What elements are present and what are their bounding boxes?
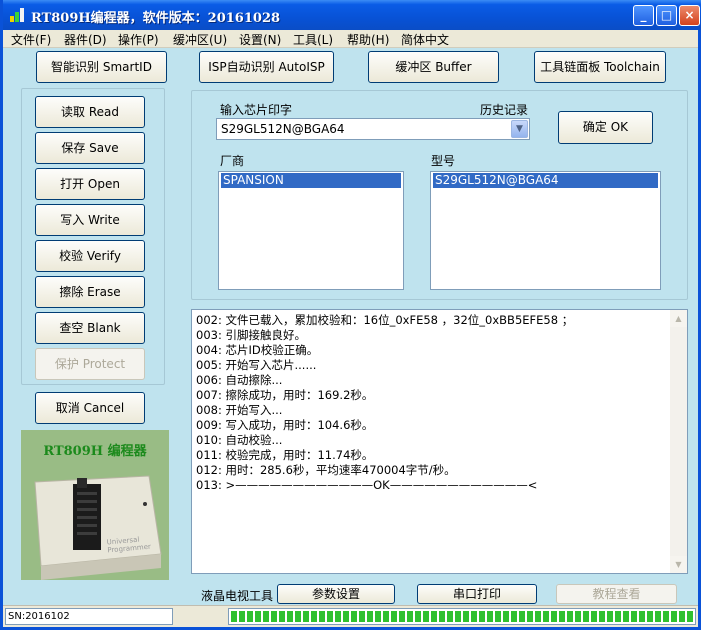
menu-file[interactable]: 文件(F) bbox=[11, 31, 51, 48]
log-line: 013: >————————————OK————————————< bbox=[196, 478, 538, 492]
erase-button[interactable]: 擦除 Erase bbox=[35, 276, 145, 308]
chip-input-value: S29GL512N@BGA64 bbox=[221, 122, 345, 136]
log-line: 010: 自动校验... bbox=[196, 433, 283, 447]
chip-input[interactable]: S29GL512N@BGA64 ▼ bbox=[216, 118, 530, 140]
log-line: 006: 自动擦除... bbox=[196, 373, 283, 387]
app-icon bbox=[10, 8, 24, 22]
confirm-ok-button[interactable]: 确定 OK bbox=[558, 111, 653, 144]
tutorial-button: 教程查看 bbox=[556, 584, 677, 604]
maximize-icon: □ bbox=[660, 8, 673, 22]
minimize-icon: _ bbox=[640, 8, 647, 22]
open-button[interactable]: 打开 Open bbox=[35, 168, 145, 200]
toolchain-button[interactable]: 工具链面板 Toolchain bbox=[534, 51, 666, 83]
menu-bar: 文件(F) 器件(D) 操作(P) 缓冲区(U) 设置(N) 工具(L) 帮助(… bbox=[3, 30, 698, 48]
write-button[interactable]: 写入 Write bbox=[35, 204, 145, 236]
log-line: 012: 用时：285.6秒，平均速率470004字节/秒。 bbox=[196, 463, 456, 477]
blank-button[interactable]: 查空 Blank bbox=[35, 312, 145, 344]
serial-number: SN:2016102 bbox=[5, 608, 173, 625]
model-list-item[interactable]: S29GL512N@BGA64 bbox=[433, 173, 658, 188]
log-line: 011: 校验完成，用时：11.74秒。 bbox=[196, 448, 374, 462]
close-button[interactable]: × bbox=[679, 5, 700, 26]
cancel-button[interactable]: 取消 Cancel bbox=[35, 392, 145, 424]
log-line: 003: 引脚接触良好。 bbox=[196, 328, 306, 342]
menu-device[interactable]: 器件(D) bbox=[64, 31, 107, 48]
scroll-down-icon[interactable]: ▼ bbox=[670, 556, 687, 573]
maximize-button[interactable]: □ bbox=[656, 5, 677, 26]
log-line: 009: 写入成功，用时：104.6秒。 bbox=[196, 418, 374, 432]
model-list[interactable]: S29GL512N@BGA64 bbox=[430, 171, 661, 290]
progress-fill bbox=[231, 611, 693, 622]
menu-settings[interactable]: 设置(N) bbox=[239, 31, 281, 48]
main-window: RT809H编程器，软件版本：20161028 _ □ × 文件(F) 器件(D… bbox=[0, 0, 701, 630]
buffer-button[interactable]: 缓冲区 Buffer bbox=[368, 51, 499, 83]
smartid-button[interactable]: 智能识别 SmartID bbox=[36, 51, 167, 83]
menu-help[interactable]: 帮助(H) bbox=[347, 31, 389, 48]
verify-button[interactable]: 校验 Verify bbox=[35, 240, 145, 272]
chip-input-label: 输入芯片印字 bbox=[220, 103, 293, 117]
read-button[interactable]: 读取 Read bbox=[35, 96, 145, 128]
menu-operation[interactable]: 操作(P) bbox=[118, 31, 159, 48]
log-line: 007: 擦除成功，用时：169.2秒。 bbox=[196, 388, 374, 402]
programmer-product-image: RT809H 编程器 Universal Programmer bbox=[21, 430, 169, 580]
scroll-up-icon[interactable]: ▲ bbox=[670, 310, 687, 327]
log-output[interactable]: 002: 文件已载入，累加校验和：16位_0xFE58 ，32位_0xBB5EF… bbox=[191, 309, 688, 574]
menu-tools[interactable]: 工具(L) bbox=[293, 31, 333, 48]
vendor-list-item[interactable]: SPANSION bbox=[221, 173, 401, 188]
vendor-label: 厂商 bbox=[220, 154, 245, 168]
status-bar: SN:2016102 bbox=[3, 605, 698, 627]
model-label: 型号 bbox=[431, 154, 456, 168]
log-line: 005: 开始写入芯片...... bbox=[196, 358, 317, 372]
protect-button: 保护 Protect bbox=[35, 348, 145, 380]
menu-buffer[interactable]: 缓冲区(U) bbox=[173, 31, 227, 48]
vendor-list[interactable]: SPANSION bbox=[218, 171, 404, 290]
log-line: 008: 开始写入... bbox=[196, 403, 283, 417]
minimize-button[interactable]: _ bbox=[633, 5, 654, 26]
progress-bar bbox=[228, 608, 696, 625]
window-title: RT809H编程器，软件版本：20161028 bbox=[31, 11, 281, 26]
history-label: 历史记录 bbox=[480, 103, 529, 117]
title-bar[interactable]: RT809H编程器，软件版本：20161028 _ □ × bbox=[3, 0, 701, 30]
log-line: 004: 芯片ID校验正确。 bbox=[196, 343, 319, 357]
serial-print-button[interactable]: 串口打印 bbox=[417, 584, 537, 604]
chevron-down-icon[interactable]: ▼ bbox=[511, 120, 528, 138]
log-scrollbar[interactable]: ▲ ▼ bbox=[670, 310, 687, 573]
programmer-device-icon bbox=[34, 475, 162, 580]
log-line: 002: 文件已载入，累加校验和：16位_0xFE58 ，32位_0xBB5EF… bbox=[196, 313, 574, 327]
save-button[interactable]: 保存 Save bbox=[35, 132, 145, 164]
params-button[interactable]: 参数设置 bbox=[277, 584, 395, 604]
close-icon: × bbox=[684, 8, 695, 22]
lcd-tools-label: 液晶电视工具 bbox=[201, 589, 274, 603]
log-lines: 002: 文件已载入，累加校验和：16位_0xFE58 ，32位_0xBB5EF… bbox=[196, 313, 666, 493]
autoisp-button[interactable]: ISP自动识别 AutoISP bbox=[199, 51, 334, 83]
menu-language[interactable]: 简体中文 bbox=[401, 31, 449, 48]
product-brand-text: RT809H 编程器 bbox=[43, 444, 147, 459]
